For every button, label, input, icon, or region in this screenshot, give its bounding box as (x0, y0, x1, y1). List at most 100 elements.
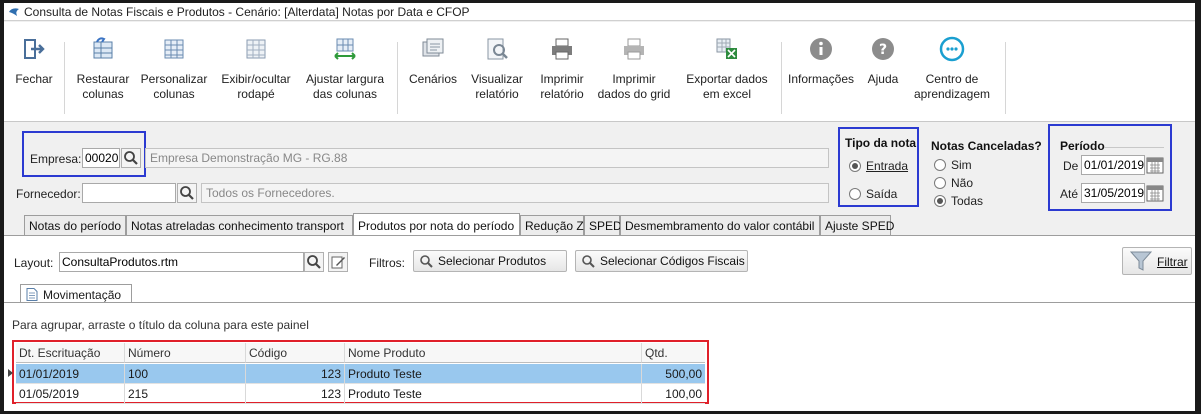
canceladas-todas-radio[interactable] (934, 195, 946, 207)
tab-movimentacao[interactable]: Movimentação (20, 284, 132, 303)
app-window: Consulta de Notas Fiscais e Produtos - C… (4, 3, 1195, 411)
toggle-footer-label-line1: Exibir/ocultar (221, 72, 291, 86)
info-icon (810, 38, 832, 60)
select-fiscal-codes-button[interactable]: Selecionar Códigos Fiscais (575, 250, 748, 272)
tipo-saida-radio[interactable] (849, 188, 861, 200)
empresa-name-field: Empresa Demonstração MG - RG.88 (145, 148, 829, 168)
adjust-column-width-label: Ajustar largura das colunas (302, 72, 388, 102)
cell-codigo: 123 (246, 384, 345, 404)
col-dt-escrituacao[interactable]: Dt. Escrituação (16, 343, 125, 363)
fornecedor-name-field: Todos os Fornecedores. (201, 183, 829, 203)
edit-layout-icon[interactable] (328, 252, 348, 272)
row-indicator-icon (8, 369, 13, 377)
customize-columns-icon (164, 39, 184, 59)
filtros-label: Filtros: (369, 256, 405, 270)
subtab-line (4, 302, 1195, 303)
tipo-entrada-radio[interactable] (849, 160, 861, 172)
table-row[interactable]: 01/01/2019 100 123 Produto Teste 500,00 (16, 364, 705, 384)
ribbon-separator (64, 42, 65, 114)
customize-columns-label-line1: Personalizar (140, 72, 208, 86)
cell-nome-produto: Produto Teste (345, 364, 642, 384)
fornecedor-search-icon[interactable] (177, 183, 197, 203)
select-products-button[interactable]: Selecionar Produtos (413, 250, 567, 272)
cell-qtd: 100,00 (642, 384, 705, 404)
layout-search-icon[interactable] (304, 252, 324, 272)
calendar-icon[interactable] (1146, 184, 1164, 202)
info-button[interactable]: Informações (785, 22, 857, 122)
restore-columns-label-line2: colunas (82, 87, 124, 101)
print-report-label-line1: Imprimir (540, 72, 584, 86)
calendar-icon[interactable] (1146, 156, 1164, 174)
svg-text:?: ? (879, 42, 887, 58)
fornecedor-code-input[interactable] (82, 183, 176, 203)
preview-report-label-line2: relatório (475, 87, 519, 101)
restore-columns-label-line1: Restaurar (76, 72, 130, 86)
scenarios-button[interactable]: Cenários (402, 22, 464, 122)
search-icon (420, 255, 433, 268)
adjust-column-width-label-line1: Ajustar largura (305, 72, 385, 86)
tipo-nota-title: Tipo da nota (845, 136, 917, 150)
periodo-group-line (1104, 147, 1164, 148)
learning-center-icon (939, 36, 965, 62)
close-label: Fechar (15, 72, 53, 86)
layout-input[interactable]: ConsultaProdutos.rtm (59, 252, 304, 272)
tab-notas-conhecimento[interactable]: Notas atreladas conhecimento transport (126, 215, 353, 235)
canceladas-title: Notas Canceladas? (931, 139, 1042, 153)
customize-columns-label-line2: colunas (153, 87, 195, 101)
col-qtd[interactable]: Qtd. (642, 343, 705, 363)
select-products-label: Selecionar Produtos (438, 254, 547, 268)
close-button[interactable]: Fechar (10, 22, 58, 122)
cell-numero: 100 (125, 364, 246, 384)
tab-sped[interactable]: SPED (584, 215, 622, 235)
col-numero[interactable]: Número (125, 343, 246, 363)
learning-center-label-line1: Centro de (925, 72, 979, 86)
scenarios-label: Cenários (408, 72, 458, 86)
periodo-de-input[interactable]: 01/01/2019 (1081, 155, 1145, 175)
print-report-label-line2: relatório (540, 87, 584, 101)
tipo-entrada-label: Entrada (866, 159, 909, 173)
learning-center-label-line2: aprendizagem (913, 87, 991, 101)
export-excel-label-line1: Exportar dados (686, 72, 768, 86)
canceladas-nao-radio[interactable] (934, 177, 946, 189)
empresa-code-input[interactable]: 00020 (82, 148, 120, 168)
app-logo-icon (9, 8, 19, 16)
movimentacao-label: Movimentação (43, 288, 122, 302)
filter-button[interactable]: Filtrar (1122, 247, 1192, 275)
help-icon: ? (872, 38, 894, 60)
group-by-hint: Para agrupar, arraste o título da coluna… (12, 318, 309, 332)
tab-desmembramento[interactable]: Desmembramento do valor contábil (620, 215, 820, 235)
learning-center-label: Centro de aprendizagem (909, 72, 995, 102)
print-report-button[interactable]: Imprimir relatório (532, 22, 592, 122)
empresa-label: Empresa: (30, 152, 82, 166)
col-nome-produto[interactable]: Nome Produto (345, 343, 642, 363)
tab-produtos-nota[interactable]: Produtos por nota do período (353, 213, 520, 236)
learning-center-button[interactable]: Centro de aprendizagem (909, 22, 995, 122)
export-excel-button[interactable]: Exportar dados em excel (680, 22, 774, 122)
help-label: Ajuda (867, 72, 899, 86)
table-row[interactable]: 01/05/2019 215 123 Produto Teste 100,00 (16, 384, 705, 404)
help-button[interactable]: ? Ajuda (862, 22, 904, 122)
col-codigo[interactable]: Código (246, 343, 345, 363)
print-report-label: Imprimir relatório (532, 72, 592, 102)
fornecedor-label: Fornecedor: (16, 187, 81, 201)
export-excel-label: Exportar dados em excel (680, 72, 774, 102)
toggle-footer-button[interactable]: Exibir/ocultar rodapé (216, 22, 296, 122)
tab-ajuste-sped[interactable]: Ajuste SPED (820, 215, 894, 235)
print-grid-label-line2: dados do grid (597, 87, 671, 101)
tab-reducao-z[interactable]: Redução Z (520, 215, 584, 235)
preview-report-button[interactable]: Visualizar relatório (466, 22, 528, 122)
restore-columns-label: Restaurar colunas (68, 72, 138, 102)
tab-notas-periodo[interactable]: Notas do período (24, 215, 126, 235)
print-grid-button[interactable]: Imprimir dados do grid (594, 22, 674, 122)
footer-toggle-icon (246, 39, 266, 59)
restore-columns-button[interactable]: Restaurar colunas (68, 22, 138, 122)
empresa-search-icon[interactable] (121, 148, 141, 168)
adjust-column-width-button[interactable]: Ajustar largura das colunas (302, 22, 388, 122)
grid-header: Dt. Escrituação Número Código Nome Produ… (16, 343, 705, 363)
select-fiscal-codes-label: Selecionar Códigos Fiscais (600, 254, 745, 268)
cell-numero: 215 (125, 384, 246, 404)
export-excel-label-line2: em excel (702, 87, 752, 101)
customize-columns-button[interactable]: Personalizar colunas (139, 22, 209, 122)
canceladas-sim-radio[interactable] (934, 159, 946, 171)
periodo-ate-input[interactable]: 31/05/2019 (1081, 183, 1145, 203)
